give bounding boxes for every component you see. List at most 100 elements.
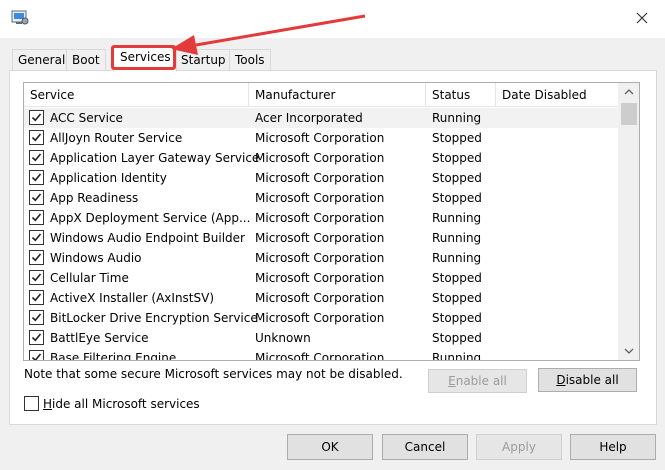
service-name: AppX Deployment Service (App... bbox=[50, 211, 251, 225]
secure-services-note: Note that some secure Microsoft services… bbox=[24, 367, 403, 381]
service-status: Stopped bbox=[432, 171, 482, 185]
ok-button[interactable]: OK bbox=[287, 434, 373, 460]
service-name: Application Identity bbox=[50, 171, 167, 185]
service-checkbox[interactable] bbox=[29, 110, 44, 125]
tab-services[interactable]: Services bbox=[113, 46, 177, 72]
checkmark-icon bbox=[31, 173, 42, 182]
service-row[interactable]: App Readiness Microsoft Corporation Stoppe… bbox=[24, 188, 618, 208]
service-checkbox[interactable] bbox=[29, 330, 44, 345]
service-manufacturer: Unknown bbox=[255, 331, 311, 345]
scroll-up-button[interactable] bbox=[618, 83, 639, 100]
scroll-down-button[interactable] bbox=[618, 342, 639, 359]
tab-boot[interactable]: Boot bbox=[66, 49, 106, 71]
service-name: ACC Service bbox=[50, 111, 123, 125]
list-header: Service Manufacturer Status Date Disable… bbox=[24, 83, 618, 107]
service-manufacturer: Microsoft Corporation bbox=[255, 231, 385, 245]
service-row[interactable]: Windows Audio Microsoft Corporation Runnin… bbox=[24, 248, 618, 268]
column-header-date-disabled[interactable]: Date Disabled bbox=[496, 83, 618, 107]
column-header-service[interactable]: Service bbox=[24, 83, 249, 107]
checkmark-icon bbox=[31, 253, 42, 262]
service-row[interactable]: Application Layer Gateway Service Microso… bbox=[24, 148, 618, 168]
tab-tools[interactable]: Tools bbox=[229, 49, 271, 71]
service-name: BattlEye Service bbox=[50, 331, 149, 345]
service-status: Running bbox=[432, 211, 482, 225]
hide-microsoft-services-label[interactable]: Hide all Microsoft services bbox=[43, 397, 200, 411]
system-configuration-window: General Boot Services Startup Tools Serv… bbox=[0, 0, 665, 470]
service-manufacturer: Microsoft Corporation bbox=[255, 311, 385, 325]
service-manufacturer: Microsoft Corporation bbox=[255, 151, 385, 165]
service-checkbox[interactable] bbox=[29, 310, 44, 325]
chevron-down-icon bbox=[624, 348, 633, 354]
vertical-scrollbar[interactable] bbox=[618, 83, 639, 360]
service-checkbox[interactable] bbox=[29, 210, 44, 225]
service-checkbox[interactable] bbox=[29, 190, 44, 205]
service-row[interactable]: Windows Audio Endpoint Builder Microsoft … bbox=[24, 228, 618, 248]
column-header-status[interactable]: Status bbox=[426, 83, 496, 107]
service-status: Running bbox=[432, 351, 482, 361]
service-row[interactable]: BattlEye Service Unknown Stopped bbox=[24, 328, 618, 348]
service-row[interactable]: Cellular Time Microsoft Corporation Stoppe… bbox=[24, 268, 618, 288]
service-manufacturer: Microsoft Corporation bbox=[255, 171, 385, 185]
checkmark-icon bbox=[31, 213, 42, 222]
service-status: Stopped bbox=[432, 151, 482, 165]
close-button[interactable] bbox=[628, 4, 656, 32]
service-row[interactable]: Application Identity Microsoft Corporatio… bbox=[24, 168, 618, 188]
service-checkbox[interactable] bbox=[29, 150, 44, 165]
service-manufacturer: Microsoft Corporation bbox=[255, 271, 385, 285]
service-checkbox[interactable] bbox=[29, 290, 44, 305]
checkmark-icon bbox=[31, 233, 42, 242]
checkmark-icon bbox=[31, 133, 42, 142]
checkmark-icon bbox=[31, 353, 42, 360]
service-name: Base Filtering Engine bbox=[50, 351, 177, 361]
service-status: Stopped bbox=[432, 131, 482, 145]
service-checkbox[interactable] bbox=[29, 130, 44, 145]
checkmark-icon bbox=[31, 193, 42, 202]
service-row[interactable]: AppX Deployment Service (App... Microsoft… bbox=[24, 208, 618, 228]
service-manufacturer: Microsoft Corporation bbox=[255, 251, 385, 265]
checkmark-icon bbox=[31, 273, 42, 282]
help-button[interactable]: Help bbox=[570, 434, 656, 460]
service-row[interactable]: ACC Service Acer Incorporated Running bbox=[24, 108, 618, 128]
enable-all-button[interactable]: Enable all bbox=[428, 369, 527, 393]
service-checkbox[interactable] bbox=[29, 230, 44, 245]
checkmark-icon bbox=[31, 113, 42, 122]
disable-all-button[interactable]: Disable all bbox=[538, 368, 637, 392]
service-row[interactable]: AllJoyn Router Service Microsoft Corporat… bbox=[24, 128, 618, 148]
service-name: ActiveX Installer (AxInstSV) bbox=[50, 291, 215, 305]
service-checkbox[interactable] bbox=[29, 250, 44, 265]
service-status: Stopped bbox=[432, 291, 482, 305]
service-status: Stopped bbox=[432, 311, 482, 325]
checkmark-icon bbox=[31, 333, 42, 342]
service-status: Stopped bbox=[432, 191, 482, 205]
service-status: Running bbox=[432, 251, 482, 265]
cancel-button[interactable]: Cancel bbox=[382, 434, 468, 460]
close-icon bbox=[636, 12, 648, 24]
service-name: BitLocker Drive Encryption Service bbox=[50, 311, 258, 325]
service-manufacturer: Microsoft Corporation bbox=[255, 211, 385, 225]
service-name: Cellular Time bbox=[50, 271, 129, 285]
service-checkbox[interactable] bbox=[29, 170, 44, 185]
checkmark-icon bbox=[31, 293, 42, 302]
service-row[interactable]: Base Filtering Engine Microsoft Corporati… bbox=[24, 348, 618, 361]
services-list: Service Manufacturer Status Date Disable… bbox=[23, 82, 640, 361]
tab-general[interactable]: General bbox=[12, 49, 72, 71]
service-name: App Readiness bbox=[50, 191, 139, 205]
apply-button[interactable]: Apply bbox=[476, 434, 562, 460]
service-status: Stopped bbox=[432, 271, 482, 285]
system-configuration-icon bbox=[11, 10, 29, 25]
scroll-thumb[interactable] bbox=[621, 103, 637, 125]
checkmark-icon bbox=[31, 313, 42, 322]
service-checkbox[interactable] bbox=[29, 270, 44, 285]
chevron-up-icon bbox=[624, 88, 633, 94]
service-row[interactable]: BitLocker Drive Encryption Service Micros… bbox=[24, 308, 618, 328]
service-manufacturer: Acer Incorporated bbox=[255, 111, 363, 125]
tab-startup[interactable]: Startup bbox=[175, 49, 232, 71]
service-checkbox[interactable] bbox=[29, 350, 44, 360]
column-header-manufacturer[interactable]: Manufacturer bbox=[249, 83, 426, 107]
service-name: Application Layer Gateway Service bbox=[50, 151, 260, 165]
service-name: Windows Audio Endpoint Builder bbox=[50, 231, 245, 245]
service-manufacturer: Microsoft Corporation bbox=[255, 191, 385, 205]
service-name: AllJoyn Router Service bbox=[50, 131, 183, 145]
hide-microsoft-services-checkbox[interactable] bbox=[24, 396, 39, 411]
service-row[interactable]: ActiveX Installer (AxInstSV) Microsoft Co… bbox=[24, 288, 618, 308]
